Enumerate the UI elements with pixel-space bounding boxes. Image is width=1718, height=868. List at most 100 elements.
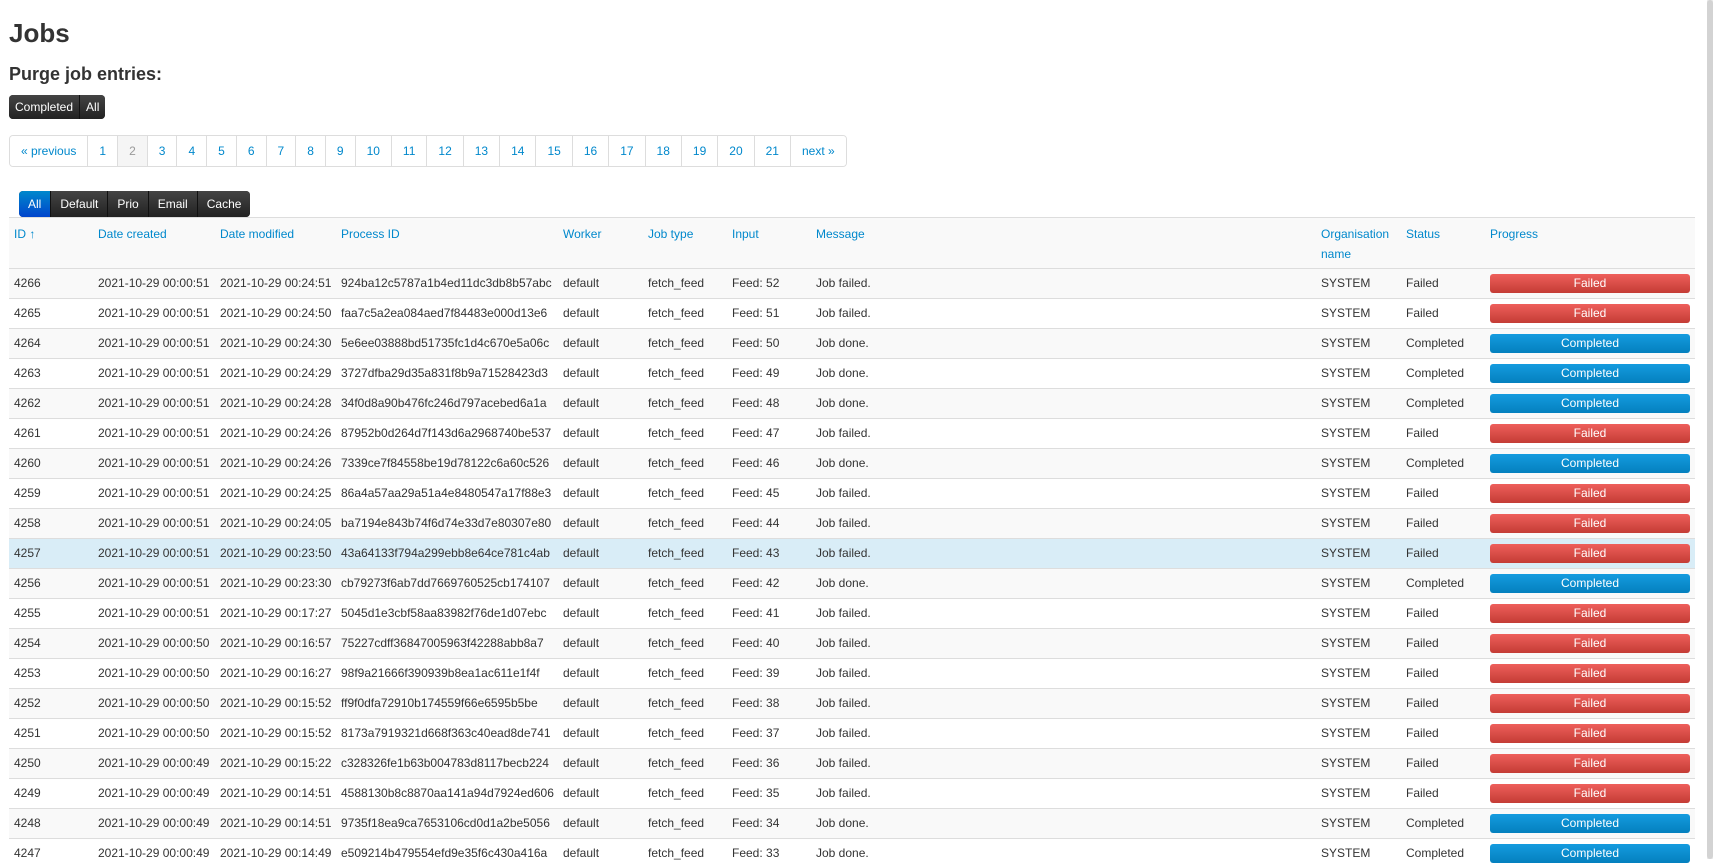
progress-cell: Completed bbox=[1485, 329, 1695, 358]
table-row[interactable]: 4254 2021-10-29 00:00:50 2021-10-29 00:16:… bbox=[9, 628, 1695, 658]
status-cell: Failed bbox=[1406, 786, 1439, 800]
progress-cell: Completed bbox=[1485, 839, 1695, 868]
column-header-progress[interactable]: Progress bbox=[1485, 218, 1695, 268]
table-row[interactable]: 4262 2021-10-29 00:00:51 2021-10-29 00:24:… bbox=[9, 388, 1695, 418]
column-header-input[interactable]: Input bbox=[727, 218, 811, 268]
input-cell: Feed: 44 bbox=[732, 516, 780, 530]
worker-cell: default bbox=[563, 516, 600, 530]
filter-all-button[interactable]: All bbox=[19, 191, 52, 217]
job-type-cell: fetch_feed bbox=[648, 696, 705, 710]
filter-default-button[interactable]: Default bbox=[51, 191, 109, 217]
table-row[interactable]: 4253 2021-10-29 00:00:50 2021-10-29 00:16:… bbox=[9, 658, 1695, 688]
job-id-cell: 4255 bbox=[14, 606, 41, 620]
pagination-next-link[interactable]: next » bbox=[790, 136, 846, 166]
column-header-process-id[interactable]: Process ID bbox=[336, 218, 558, 268]
table-row[interactable]: 4261 2021-10-29 00:00:51 2021-10-29 00:24:… bbox=[9, 418, 1695, 448]
job-type-cell: fetch_feed bbox=[648, 576, 705, 590]
date-modified-cell: 2021-10-29 00:24:28 bbox=[220, 396, 332, 410]
message-cell: Job done. bbox=[816, 366, 869, 380]
table-row[interactable]: 4255 2021-10-29 00:00:51 2021-10-29 00:17:… bbox=[9, 598, 1695, 628]
table-row[interactable]: 4251 2021-10-29 00:00:50 2021-10-29 00:15:… bbox=[9, 718, 1695, 748]
pagination-page-19[interactable]: 19 bbox=[681, 136, 719, 166]
organisation-cell: SYSTEM bbox=[1321, 666, 1371, 680]
pagination-page-6[interactable]: 6 bbox=[236, 136, 267, 166]
date-created-cell: 2021-10-29 00:00:49 bbox=[98, 786, 210, 800]
pagination-page-17[interactable]: 17 bbox=[609, 136, 646, 166]
job-id-cell: 4252 bbox=[14, 696, 41, 710]
pagination-page-16[interactable]: 16 bbox=[572, 136, 610, 166]
pagination-page-1[interactable]: 1 bbox=[88, 136, 119, 166]
job-id-cell: 4264 bbox=[14, 336, 41, 350]
table-row[interactable]: 4265 2021-10-29 00:00:51 2021-10-29 00:24:… bbox=[9, 298, 1695, 328]
pagination-page-12[interactable]: 12 bbox=[427, 136, 464, 166]
pagination-page-7[interactable]: 7 bbox=[266, 136, 297, 166]
pagination-page-5[interactable]: 5 bbox=[207, 136, 237, 166]
pagination-page-10[interactable]: 10 bbox=[355, 136, 392, 166]
pagination-page-15[interactable]: 15 bbox=[536, 136, 573, 166]
purge-completed-button[interactable]: Completed bbox=[9, 95, 81, 119]
date-created-cell: 2021-10-29 00:00:51 bbox=[98, 606, 210, 620]
table-body: 4266 2021-10-29 00:00:51 2021-10-29 00:24:… bbox=[9, 268, 1695, 868]
column-header-id[interactable]: ID ↑ bbox=[9, 218, 93, 268]
scrollbar-thumb[interactable] bbox=[1707, 0, 1713, 859]
column-header-date-modified[interactable]: Date modified bbox=[215, 218, 336, 268]
table-row[interactable]: 4256 2021-10-29 00:00:51 2021-10-29 00:23:… bbox=[9, 568, 1695, 598]
date-created-cell: 2021-10-29 00:00:50 bbox=[98, 636, 210, 650]
table-row[interactable]: 4260 2021-10-29 00:00:51 2021-10-29 00:24:… bbox=[9, 448, 1695, 478]
table-row[interactable]: 4252 2021-10-29 00:00:50 2021-10-29 00:15:… bbox=[9, 688, 1695, 718]
table-row[interactable]: 4250 2021-10-29 00:00:49 2021-10-29 00:15:… bbox=[9, 748, 1695, 778]
progress-cell: Failed bbox=[1485, 659, 1695, 688]
table-row[interactable]: 4258 2021-10-29 00:00:51 2021-10-29 00:24:… bbox=[9, 508, 1695, 538]
progress-bar: Failed bbox=[1490, 604, 1690, 623]
table-row[interactable]: 4247 2021-10-29 00:00:49 2021-10-29 00:14:… bbox=[9, 838, 1695, 868]
table-row[interactable]: 4248 2021-10-29 00:00:49 2021-10-29 00:14:… bbox=[9, 808, 1695, 838]
filter-prio-button[interactable]: Prio bbox=[108, 191, 149, 217]
pagination-page-8[interactable]: 8 bbox=[296, 136, 326, 166]
column-header-worker[interactable]: Worker bbox=[558, 218, 643, 268]
table-row[interactable]: 4249 2021-10-29 00:00:49 2021-10-29 00:14:… bbox=[9, 778, 1695, 808]
vertical-scrollbar[interactable] bbox=[1707, 0, 1713, 859]
pagination-page-21[interactable]: 21 bbox=[754, 136, 791, 166]
pagination-page-20[interactable]: 20 bbox=[718, 136, 755, 166]
filter-cache-button[interactable]: Cache bbox=[197, 191, 251, 217]
date-modified-cell: 2021-10-29 00:16:57 bbox=[220, 636, 332, 650]
pagination-page-9[interactable]: 9 bbox=[325, 136, 356, 166]
status-cell: Failed bbox=[1406, 726, 1439, 740]
process-id-cell: 924ba12c5787a1b4ed11dc3db8b57abc bbox=[341, 276, 552, 290]
progress-cell: Completed bbox=[1485, 569, 1695, 598]
status-cell: Completed bbox=[1406, 396, 1465, 410]
column-header-job-type[interactable]: Job type bbox=[643, 218, 727, 268]
input-cell: Feed: 35 bbox=[732, 786, 780, 800]
message-cell: Job failed. bbox=[816, 606, 871, 620]
column-header-date-created[interactable]: Date created bbox=[93, 218, 215, 268]
pagination-page-14[interactable]: 14 bbox=[500, 136, 537, 166]
table-row[interactable]: 4257 2021-10-29 00:00:51 2021-10-29 00:23:… bbox=[9, 538, 1695, 568]
table-row[interactable]: 4266 2021-10-29 00:00:51 2021-10-29 00:24:… bbox=[9, 268, 1695, 298]
pagination-page-3[interactable]: 3 bbox=[147, 136, 178, 166]
purge-all-button[interactable]: All bbox=[80, 95, 106, 119]
date-created-cell: 2021-10-29 00:00:51 bbox=[98, 366, 210, 380]
organisation-cell: SYSTEM bbox=[1321, 366, 1371, 380]
date-created-cell: 2021-10-29 00:00:51 bbox=[98, 546, 210, 560]
column-header-status[interactable]: Status bbox=[1401, 218, 1485, 268]
date-modified-cell: 2021-10-29 00:24:25 bbox=[220, 486, 332, 500]
date-modified-cell: 2021-10-29 00:14:51 bbox=[220, 786, 332, 800]
organisation-cell: SYSTEM bbox=[1321, 336, 1371, 350]
pagination-page-11[interactable]: 11 bbox=[391, 136, 428, 166]
pagination-page-18[interactable]: 18 bbox=[645, 136, 682, 166]
table-row[interactable]: 4264 2021-10-29 00:00:51 2021-10-29 00:24:… bbox=[9, 328, 1695, 358]
table-row[interactable]: 4263 2021-10-29 00:00:51 2021-10-29 00:24:… bbox=[9, 358, 1695, 388]
pagination-page-13[interactable]: 13 bbox=[463, 136, 501, 166]
table-row[interactable]: 4259 2021-10-29 00:00:51 2021-10-29 00:24:… bbox=[9, 478, 1695, 508]
column-header-organisation-name[interactable]: Organisation name bbox=[1316, 218, 1401, 268]
pagination-page-4[interactable]: 4 bbox=[177, 136, 208, 166]
column-header-message[interactable]: Message bbox=[811, 218, 1316, 268]
pagination-page-2[interactable]: 2 bbox=[118, 136, 148, 166]
filter-email-button[interactable]: Email bbox=[148, 191, 198, 217]
organisation-cell: SYSTEM bbox=[1321, 426, 1371, 440]
progress-cell: Completed bbox=[1485, 809, 1695, 838]
organisation-cell: SYSTEM bbox=[1321, 576, 1371, 590]
process-id-cell: 34f0d8a90b476fc246d797acebed6a1a bbox=[341, 396, 547, 410]
pagination-previous-link[interactable]: « previous bbox=[10, 136, 89, 166]
progress-cell: Completed bbox=[1485, 359, 1695, 388]
